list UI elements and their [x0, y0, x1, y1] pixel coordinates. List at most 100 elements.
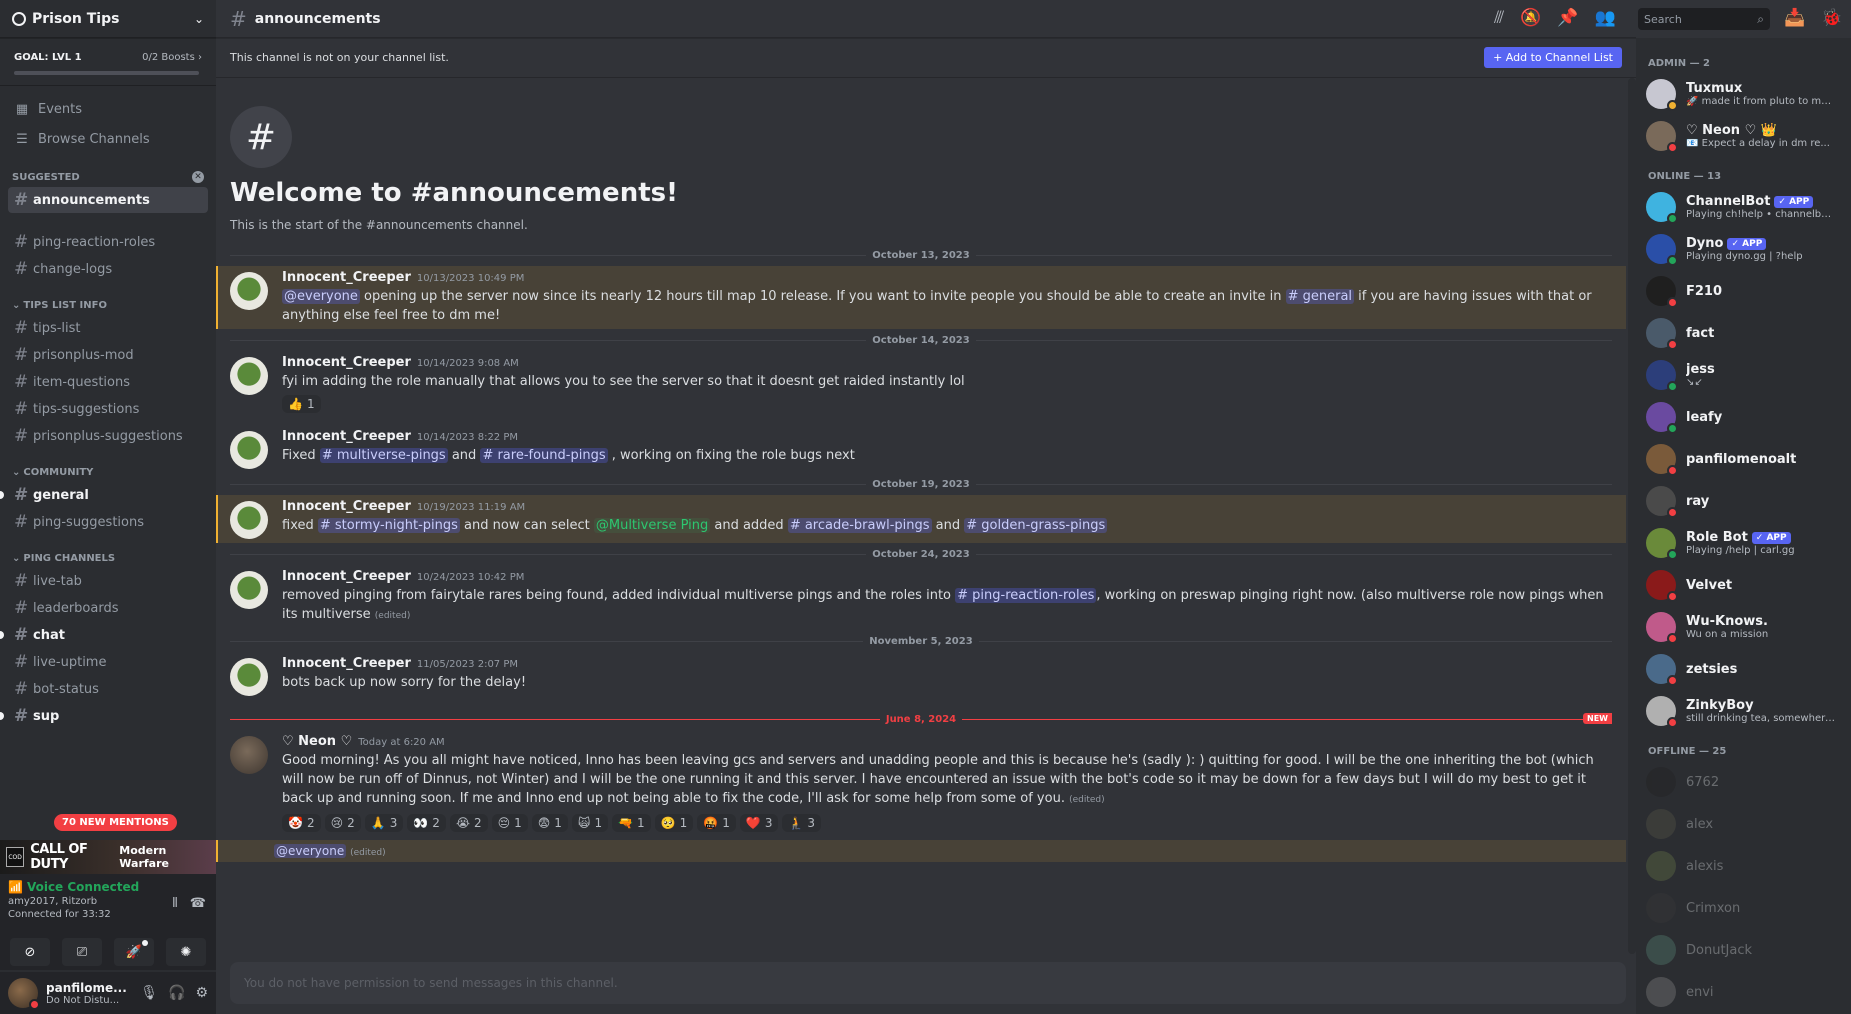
- avatar[interactable]: [1646, 360, 1678, 392]
- channel-general[interactable]: # general: [0, 482, 208, 508]
- member-item[interactable]: DonutJack: [1646, 929, 1843, 971]
- reaction[interactable]: 🙏 3: [364, 814, 404, 832]
- member-item[interactable]: ♡ Neon ♡ 👑 📧 Expect a delay in dm re...: [1646, 115, 1843, 157]
- avatar[interactable]: [1646, 654, 1678, 686]
- message[interactable]: Innocent_Creeper 11/05/2023 2:07 PM bots …: [216, 652, 1626, 700]
- avatar[interactable]: [1646, 977, 1676, 1007]
- settings-gear-icon[interactable]: ⚙: [195, 985, 208, 1001]
- member-item[interactable]: ray: [1646, 480, 1843, 522]
- everyone-mention[interactable]: @everyone: [274, 844, 347, 858]
- member-item[interactable]: 6762: [1646, 761, 1843, 803]
- member-item[interactable]: envi: [1646, 971, 1843, 1013]
- channel-prisonplus-mod[interactable]: # prisonplus-mod: [8, 342, 208, 368]
- avatar[interactable]: [1646, 192, 1678, 224]
- message-author[interactable]: ♡ Neon ♡: [282, 734, 352, 749]
- channel-mention[interactable]: # golden-grass-pings: [964, 518, 1108, 533]
- channel-announcements[interactable]: # announcements: [8, 187, 208, 213]
- disconnect-icon[interactable]: ☎: [190, 896, 206, 911]
- message-author[interactable]: Innocent_Creeper: [282, 355, 411, 370]
- channel-tips-suggestions[interactable]: # tips-suggestions: [8, 396, 208, 422]
- member-item[interactable]: Role Bot ✓ APP Playing /help | carl.gg: [1646, 522, 1843, 564]
- microphone-icon[interactable]: 🎙: [140, 985, 158, 1001]
- channel-mention[interactable]: # multiverse-pings: [319, 448, 448, 463]
- server-header[interactable]: Prison Tips ⌄: [0, 0, 216, 38]
- video-off-button[interactable]: ⊘: [10, 938, 50, 966]
- soundboard-button[interactable]: ✺: [166, 938, 206, 966]
- channel-mention[interactable]: # rare-found-pings: [480, 448, 608, 463]
- browse-channels-nav[interactable]: ☰ Browse Channels: [0, 126, 216, 152]
- channel-tips-list[interactable]: # tips-list: [8, 315, 208, 341]
- avatar[interactable]: [1646, 612, 1678, 644]
- message[interactable]: Innocent_Creeper 10/19/2023 11:19 AM fixe…: [216, 495, 1626, 543]
- channel-mention[interactable]: # ping-reaction-roles: [955, 588, 1097, 603]
- reaction[interactable]: 🤡 2: [282, 814, 321, 832]
- headphones-icon[interactable]: 🎧: [168, 985, 185, 1001]
- avatar[interactable]: [230, 272, 268, 310]
- channel-chat[interactable]: # chat: [0, 622, 208, 648]
- message[interactable]: ♡ Neon ♡ Today at 6:20 AM Good morning! A…: [216, 730, 1626, 836]
- category-community[interactable]: ⌄ COMMUNITY: [0, 463, 216, 481]
- avatar[interactable]: [1646, 696, 1678, 728]
- message-feed[interactable]: # Welcome to #announcements! This is the…: [216, 78, 1626, 954]
- member-item[interactable]: alex: [1646, 803, 1843, 845]
- threads-icon[interactable]: ⫻: [1494, 8, 1504, 28]
- username[interactable]: panfilome...: [46, 981, 140, 995]
- message[interactable]: Innocent_Creeper 10/13/2023 10:49 PM @eve…: [216, 266, 1626, 329]
- avatar[interactable]: [230, 658, 268, 696]
- avatar[interactable]: [1646, 318, 1678, 350]
- reaction[interactable]: 👀 2: [407, 814, 446, 832]
- member-item[interactable]: ZinkyBoy still drinking tea, somewhere i.…: [1646, 690, 1843, 732]
- avatar[interactable]: [230, 431, 268, 469]
- search-input[interactable]: Search ⌕: [1638, 8, 1770, 30]
- member-item[interactable]: Wu-Knows. Wu on a mission: [1646, 606, 1843, 648]
- reaction[interactable]: 🔫 1: [612, 814, 651, 832]
- activity-button[interactable]: 🚀: [114, 938, 154, 966]
- message-author[interactable]: Innocent_Creeper: [282, 656, 411, 671]
- pin-icon[interactable]: 📌: [1557, 8, 1578, 28]
- channel-sup[interactable]: # sup: [0, 703, 208, 729]
- channel-prisonplus-suggestions[interactable]: # prisonplus-suggestions: [8, 423, 208, 449]
- inbox-icon[interactable]: 📥: [1784, 8, 1805, 28]
- noise-suppression-icon[interactable]: ⦀: [172, 896, 178, 911]
- message-composer[interactable]: You do not have permission to send messa…: [230, 962, 1626, 1004]
- new-mentions-pill[interactable]: 70 NEW MENTIONS: [54, 814, 177, 831]
- avatar[interactable]: [1646, 234, 1678, 266]
- channel-ping-reaction-roles[interactable]: # ping-reaction-roles: [8, 229, 208, 255]
- message-author[interactable]: Innocent_Creeper: [282, 270, 411, 285]
- channel-live-tab[interactable]: # live-tab: [8, 568, 208, 594]
- scrollbar[interactable]: [1628, 78, 1636, 954]
- avatar[interactable]: [1646, 528, 1678, 560]
- category-tips-list-info[interactable]: ⌄ TIPS LIST INFO: [0, 296, 216, 314]
- member-item[interactable]: Crimxon: [1646, 887, 1843, 929]
- category-suggested[interactable]: SUGGESTED ✕: [0, 168, 216, 186]
- notification-muted-icon[interactable]: 🔕: [1520, 8, 1541, 28]
- message-author[interactable]: Innocent_Creeper: [282, 569, 411, 584]
- message[interactable]: Innocent_Creeper 10/14/2023 8:22 PM Fixed…: [216, 425, 1626, 473]
- avatar[interactable]: [1646, 79, 1678, 111]
- reaction[interactable]: 😭 2: [449, 814, 488, 832]
- member-item[interactable]: ChannelBot ✓ APP Playing ch!help • channel…: [1646, 186, 1843, 228]
- screen-share-button[interactable]: ⎚: [62, 938, 102, 966]
- member-item[interactable]: alexis: [1646, 845, 1843, 887]
- avatar[interactable]: [1646, 935, 1676, 965]
- events-nav[interactable]: ▦ Events: [0, 96, 216, 122]
- category-ping-channels[interactable]: ⌄ PING CHANNELS: [0, 549, 216, 567]
- message-author[interactable]: Innocent_Creeper: [282, 429, 411, 444]
- channel-mention[interactable]: # stormy-night-pings: [317, 518, 460, 533]
- reaction[interactable]: 🤬 1: [697, 814, 736, 832]
- avatar[interactable]: [1646, 402, 1678, 434]
- avatar[interactable]: [230, 501, 268, 539]
- everyone-mention[interactable]: @everyone: [282, 289, 360, 304]
- message-author[interactable]: Innocent_Creeper: [282, 499, 411, 514]
- channel-mention[interactable]: # general: [1285, 289, 1355, 304]
- member-list-icon[interactable]: 👥: [1594, 8, 1615, 28]
- channel-ping-suggestions[interactable]: # ping-suggestions: [8, 509, 208, 535]
- message[interactable]: Innocent_Creeper 10/24/2023 10:42 PM remo…: [216, 565, 1626, 630]
- member-item[interactable]: Dyno ✓ APP Playing dyno.gg | ?help: [1646, 228, 1843, 270]
- reaction[interactable]: 😢 2: [324, 814, 361, 832]
- avatar[interactable]: [230, 736, 268, 774]
- reaction[interactable]: 😨 1: [531, 814, 568, 832]
- member-item[interactable]: fact: [1646, 312, 1843, 354]
- followup-message[interactable]: @everyone (edited): [216, 840, 1626, 862]
- member-item[interactable]: jess ↘↙: [1646, 354, 1843, 396]
